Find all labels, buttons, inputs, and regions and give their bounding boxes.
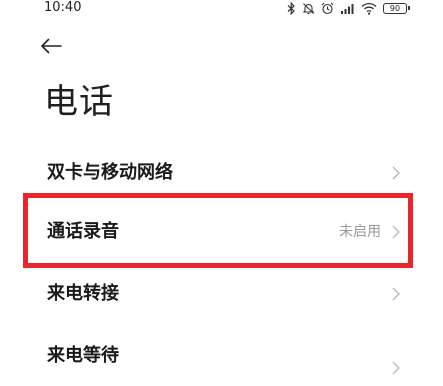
highlight-annotation-box bbox=[23, 193, 413, 268]
settings-item-call-forwarding[interactable]: 来电转接 bbox=[0, 264, 443, 324]
wifi-icon bbox=[361, 2, 377, 15]
status-icons: 90 bbox=[287, 1, 410, 15]
page-title: 电话 bbox=[44, 82, 114, 122]
settings-item-call-waiting[interactable]: 来电等待 bbox=[0, 326, 443, 386]
chevron-right-icon bbox=[391, 286, 401, 302]
do-not-disturb-icon bbox=[302, 2, 315, 15]
alarm-icon bbox=[321, 2, 334, 15]
back-button[interactable] bbox=[40, 34, 74, 62]
status-bar: 10:40 90 bbox=[0, 0, 443, 20]
status-time: 10:40 bbox=[44, 0, 82, 15]
settings-item-label: 双卡与移动网络 bbox=[47, 162, 173, 183]
arrow-left-icon bbox=[40, 38, 62, 58]
bluetooth-icon bbox=[287, 1, 296, 15]
signal-icon bbox=[340, 2, 355, 15]
battery-icon: 90 bbox=[383, 2, 410, 14]
settings-item-label: 来电等待 bbox=[47, 345, 119, 366]
chevron-right-icon bbox=[391, 165, 401, 181]
settings-item-label: 来电转接 bbox=[47, 283, 119, 304]
chevron-right-icon bbox=[391, 360, 401, 376]
